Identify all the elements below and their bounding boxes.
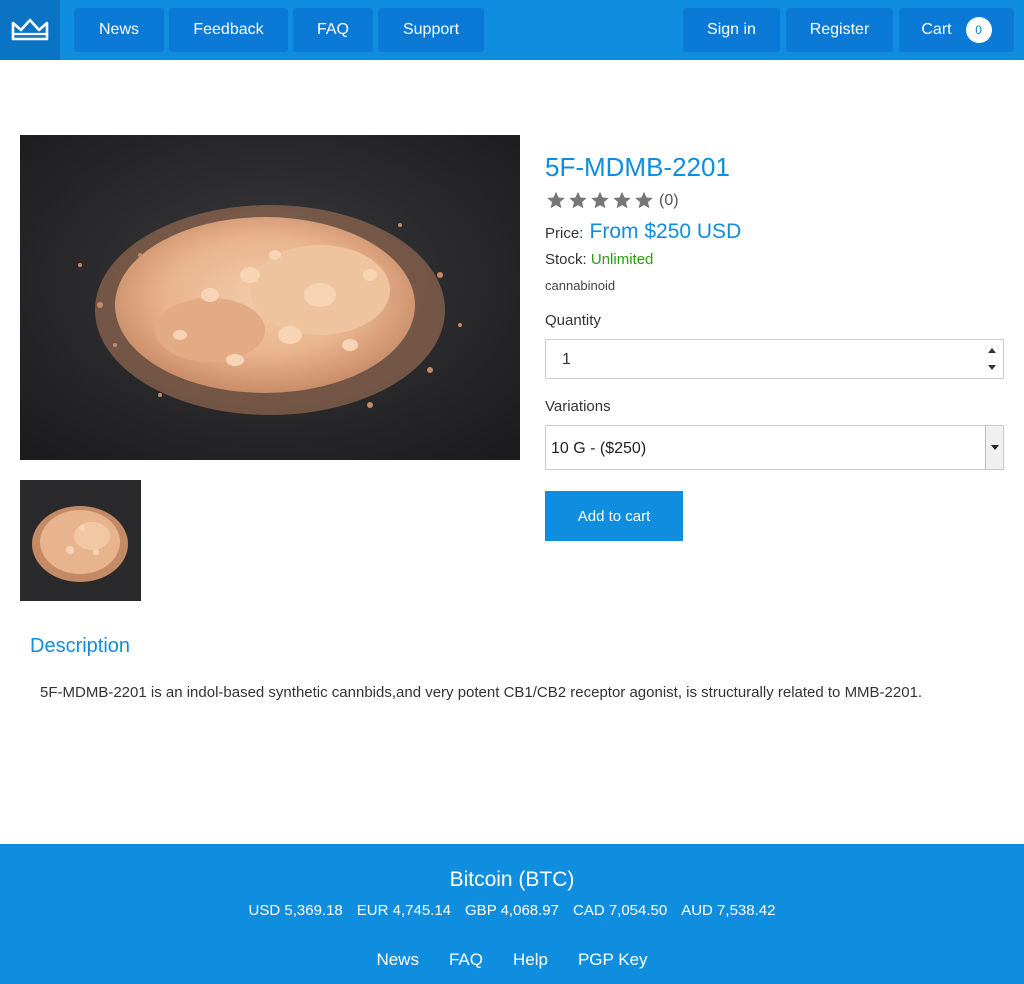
- star-icon: [635, 191, 653, 209]
- rating-stars: (0): [545, 190, 679, 211]
- star-icon: [591, 191, 609, 209]
- rate-gbp: GBP 4,068.97: [465, 902, 559, 919]
- stock-label: Stock:: [545, 251, 587, 268]
- description-heading[interactable]: Description: [30, 635, 130, 658]
- btc-title: Bitcoin (BTC): [449, 868, 575, 891]
- star-icon: [547, 191, 565, 209]
- nav-support-button[interactable]: Support: [378, 8, 484, 52]
- stock-value: Unlimited: [590, 251, 654, 268]
- star-icon: [613, 191, 631, 209]
- star-icon: [569, 191, 587, 209]
- add-to-cart-button[interactable]: Add to cart: [545, 491, 683, 541]
- quantity-stepper[interactable]: 1: [545, 339, 1004, 379]
- nav-news-button[interactable]: News: [74, 8, 164, 52]
- site-logo[interactable]: [0, 0, 60, 60]
- variation-selected-value: 10 G - ($250): [551, 440, 647, 457]
- footer: Bitcoin (BTC) USD 5,369.18 EUR 4,745.14 …: [0, 844, 1024, 984]
- price-row: Price: From $250 USD: [545, 220, 741, 244]
- footer-link-pgp-key[interactable]: PGP Key: [578, 950, 648, 970]
- sign-in-button[interactable]: Sign in: [683, 8, 780, 52]
- footer-link-news[interactable]: News: [376, 950, 419, 970]
- variations-select[interactable]: 10 G - ($250): [545, 425, 1004, 470]
- rate-eur: EUR 4,745.14: [356, 902, 452, 919]
- footer-link-help[interactable]: Help: [513, 950, 548, 970]
- stock-row: Stock: Unlimited: [545, 251, 653, 268]
- register-button[interactable]: Register: [786, 8, 893, 52]
- cart-button[interactable]: Cart 0: [899, 8, 1014, 52]
- nav-feedback-button[interactable]: Feedback: [169, 8, 288, 52]
- rate-cad: CAD 7,054.50: [572, 902, 668, 919]
- quantity-value: 1: [562, 351, 571, 368]
- product-main-image[interactable]: [20, 135, 520, 460]
- rating-count: (0): [659, 191, 679, 209]
- price-label: Price:: [545, 225, 584, 242]
- chevron-down-icon[interactable]: [985, 426, 1003, 469]
- btc-rates: USD 5,369.18 EUR 4,745.14 GBP 4,068.97 C…: [0, 902, 1024, 919]
- product-thumbnail[interactable]: [20, 480, 141, 601]
- top-navbar: News Feedback FAQ Support Sign in Regist…: [0, 0, 1024, 60]
- footer-link-faq[interactable]: FAQ: [449, 950, 483, 970]
- nav-faq-button[interactable]: FAQ: [293, 8, 373, 52]
- price-value: From $250 USD: [589, 220, 742, 243]
- product-title: 5F-MDMB-2201: [545, 152, 730, 182]
- variations-label: Variations: [545, 398, 611, 415]
- rate-aud: AUD 7,538.42: [681, 902, 776, 919]
- cart-label: Cart: [921, 21, 952, 38]
- cart-count-badge: 0: [965, 17, 992, 43]
- spinner-arrows-icon[interactable]: [987, 344, 997, 374]
- quantity-label: Quantity: [545, 312, 601, 329]
- crown-icon: [11, 18, 49, 41]
- footer-links: News FAQ Help PGP Key: [0, 950, 1024, 970]
- rate-usd: USD 5,369.18: [248, 902, 343, 919]
- product-category: cannabinoid: [545, 278, 616, 293]
- description-text: 5F-MDMB-2201 is an indol-based synthetic…: [40, 684, 923, 701]
